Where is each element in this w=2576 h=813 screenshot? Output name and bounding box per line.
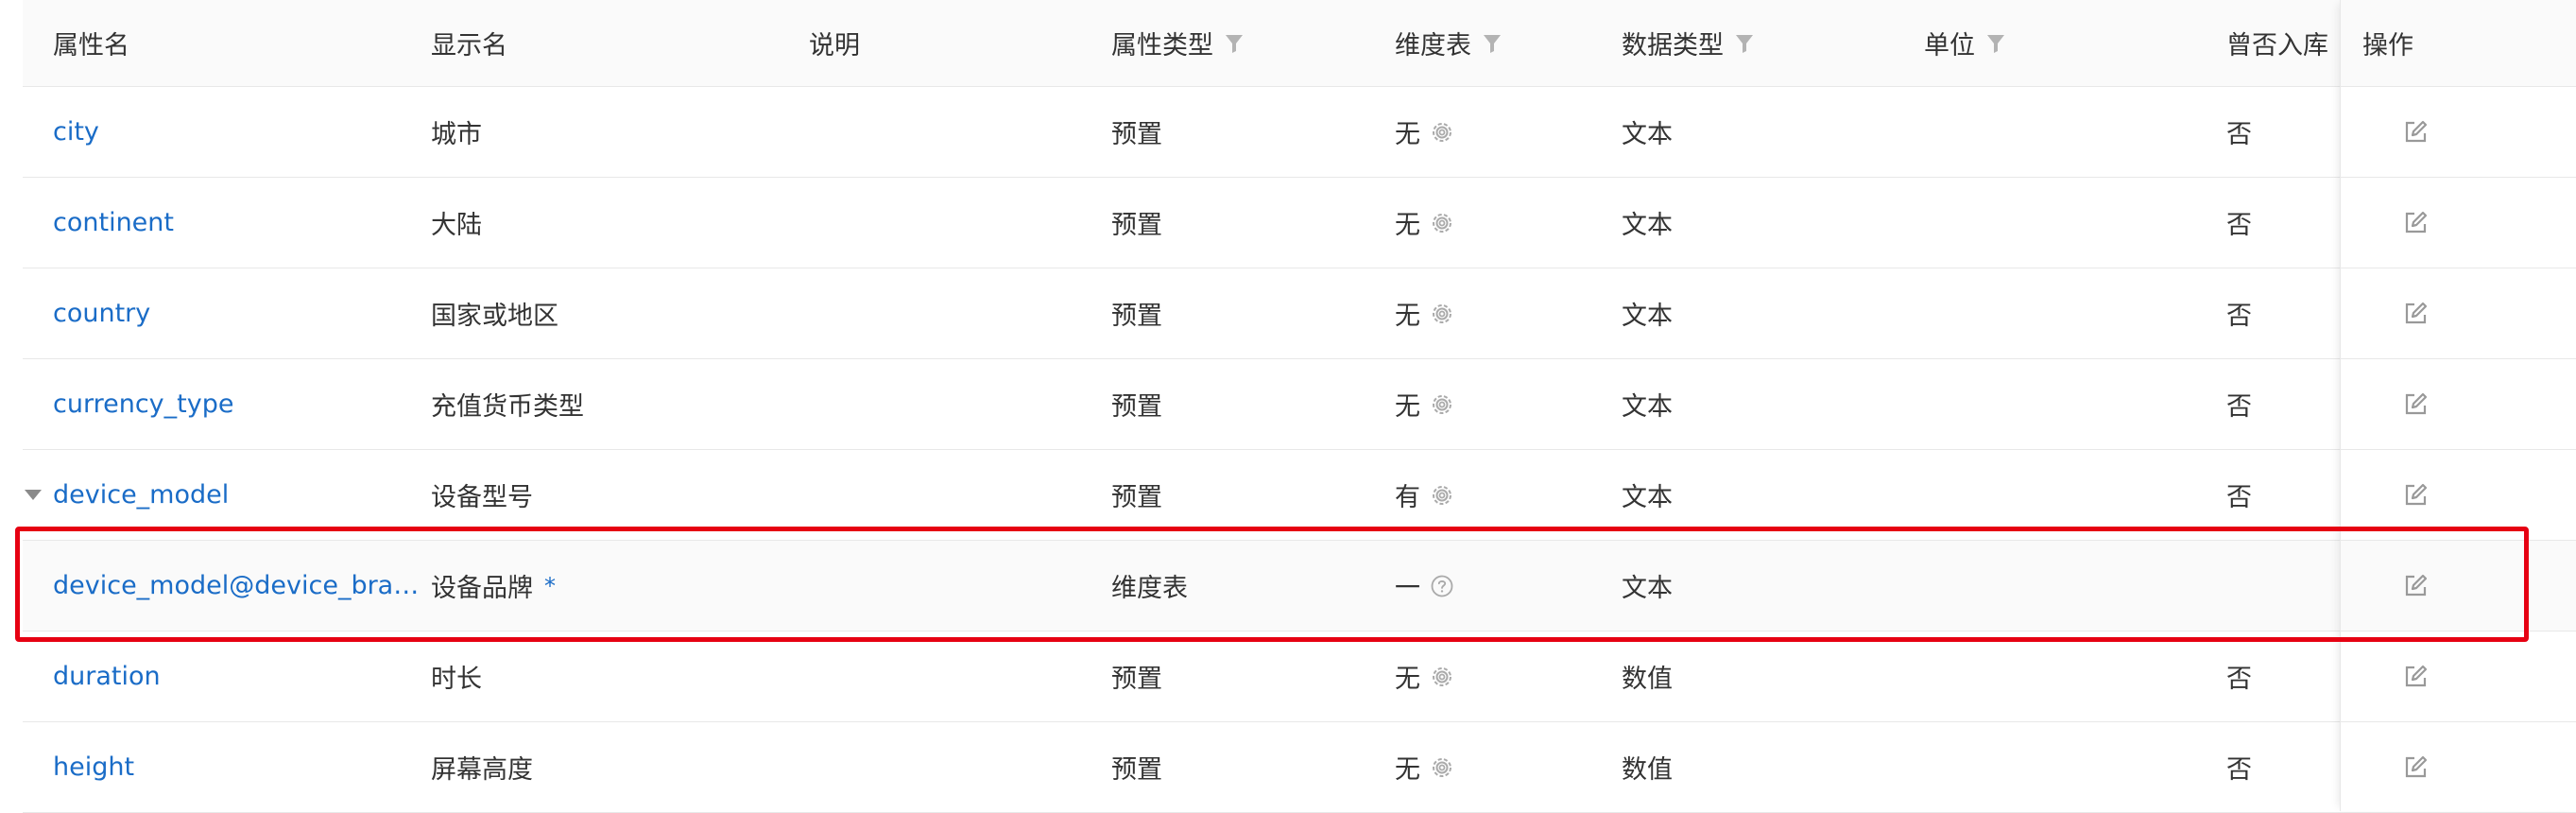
edit-icon[interactable] xyxy=(2402,664,2429,690)
dimension-table-value: 无 xyxy=(1395,211,1420,240)
dimension-table-value: 有 xyxy=(1395,483,1420,512)
filter-icon[interactable] xyxy=(1984,32,2007,55)
display-name: 充值货币类型 xyxy=(431,392,584,422)
stored-value: 否 xyxy=(2226,120,2252,149)
col-header-operations: 操作 xyxy=(2362,31,2413,61)
property-type: 维度表 xyxy=(1111,574,1188,603)
property-name-link[interactable]: height xyxy=(53,752,134,782)
stored-value: 否 xyxy=(2226,755,2252,785)
stored-value: 否 xyxy=(2226,392,2252,422)
dimension-table-value: 无 xyxy=(1395,302,1420,331)
gear-icon[interactable] xyxy=(1430,755,1454,780)
edit-icon[interactable] xyxy=(2402,482,2429,509)
display-name: 国家或地区 xyxy=(431,302,558,331)
table-row: height 屏幕高度 预置 无 数值 否 xyxy=(23,722,2576,813)
property-name-link[interactable]: device_model xyxy=(53,480,229,510)
data-type: 文本 xyxy=(1622,392,1673,422)
table-row: device_model 设备型号 预置 有 文本 否 xyxy=(23,450,2576,541)
stored-value: 否 xyxy=(2226,302,2252,331)
table-row: country 国家或地区 预置 无 文本 否 xyxy=(23,268,2576,359)
data-type: 文本 xyxy=(1622,574,1673,603)
edit-icon[interactable] xyxy=(2402,301,2429,327)
data-type: 文本 xyxy=(1622,483,1673,512)
display-name: 时长 xyxy=(431,665,482,694)
edit-icon[interactable] xyxy=(2402,573,2429,599)
property-name-link[interactable]: currency_type xyxy=(53,389,233,419)
data-type: 文本 xyxy=(1622,120,1673,149)
property-type: 预置 xyxy=(1111,120,1162,149)
table-row: currency_type 充值货币类型 预置 无 文本 否 xyxy=(23,359,2576,450)
property-type: 预置 xyxy=(1111,665,1162,694)
col-header-dimension-table: 维度表 xyxy=(1395,0,1503,86)
help-icon[interactable] xyxy=(1430,574,1454,598)
property-name-link[interactable]: city xyxy=(53,117,99,147)
property-type: 预置 xyxy=(1111,755,1162,785)
table-header: 属性名 显示名 说明 属性类型 维度表 数据类型 单位 曾否入库 操作 xyxy=(23,0,2576,87)
data-type: 文本 xyxy=(1622,211,1673,240)
edit-icon[interactable] xyxy=(2402,119,2429,146)
caret-down-icon[interactable] xyxy=(25,489,42,500)
gear-icon[interactable] xyxy=(1430,665,1454,689)
data-type: 文本 xyxy=(1622,302,1673,331)
display-name: 设备型号 xyxy=(431,483,533,512)
property-name-link[interactable]: country xyxy=(53,299,150,328)
gear-icon[interactable] xyxy=(1430,211,1454,235)
display-name: 大陆 xyxy=(431,211,482,240)
col-header-data-type: 数据类型 xyxy=(1622,0,1756,86)
gear-icon[interactable] xyxy=(1430,120,1454,145)
filter-icon[interactable] xyxy=(1733,32,1756,55)
col-header-unit: 单位 xyxy=(1924,0,2007,86)
col-header-name: 属性名 xyxy=(53,31,129,61)
stored-value: 否 xyxy=(2226,665,2252,694)
stored-value: 否 xyxy=(2226,211,2252,240)
col-header-desc: 说明 xyxy=(809,31,860,61)
table-row: continent 大陆 预置 无 文本 否 xyxy=(23,178,2576,268)
data-type: 数值 xyxy=(1622,665,1673,694)
required-star: * xyxy=(544,572,556,599)
property-type: 预置 xyxy=(1111,483,1162,512)
display-name: 设备品牌 xyxy=(431,574,533,603)
table-row: duration 时长 预置 无 数值 否 xyxy=(23,631,2576,722)
col-header-property-type: 属性类型 xyxy=(1111,0,1245,86)
property-table: 属性名 显示名 说明 属性类型 维度表 数据类型 单位 曾否入库 操作 city… xyxy=(23,0,2576,813)
display-name: 城市 xyxy=(431,120,482,149)
property-type: 预置 xyxy=(1111,211,1162,240)
col-header-display: 显示名 xyxy=(431,31,507,61)
dimension-table-value: 无 xyxy=(1395,665,1420,694)
col-header-stored: 曾否入库 xyxy=(2226,31,2328,61)
dimension-table-value: 无 xyxy=(1395,120,1420,149)
dimension-table-value: 无 xyxy=(1395,755,1420,785)
data-type: 数值 xyxy=(1622,755,1673,785)
display-name: 屏幕高度 xyxy=(431,755,533,785)
filter-icon[interactable] xyxy=(1223,32,1245,55)
edit-icon[interactable] xyxy=(2402,391,2429,418)
edit-icon[interactable] xyxy=(2402,754,2429,781)
gear-icon[interactable] xyxy=(1430,302,1454,326)
edit-icon[interactable] xyxy=(2402,210,2429,236)
gear-icon[interactable] xyxy=(1430,483,1454,508)
property-name-link[interactable]: device_model@device_bra… xyxy=(53,571,419,600)
property-type: 预置 xyxy=(1111,302,1162,331)
table-row-child: device_model@device_bra… 设备品牌 * 维度表 一 文本 xyxy=(23,541,2576,631)
filter-icon[interactable] xyxy=(1481,32,1503,55)
table-row: city 城市 预置 无 文本 否 xyxy=(23,87,2576,178)
property-type: 预置 xyxy=(1111,392,1162,422)
property-name-link[interactable]: continent xyxy=(53,208,174,237)
dimension-table-value: 无 xyxy=(1395,392,1420,422)
dimension-table-value: 一 xyxy=(1395,574,1420,603)
stored-value: 否 xyxy=(2226,483,2252,512)
gear-icon[interactable] xyxy=(1430,392,1454,417)
property-name-link[interactable]: duration xyxy=(53,662,161,691)
